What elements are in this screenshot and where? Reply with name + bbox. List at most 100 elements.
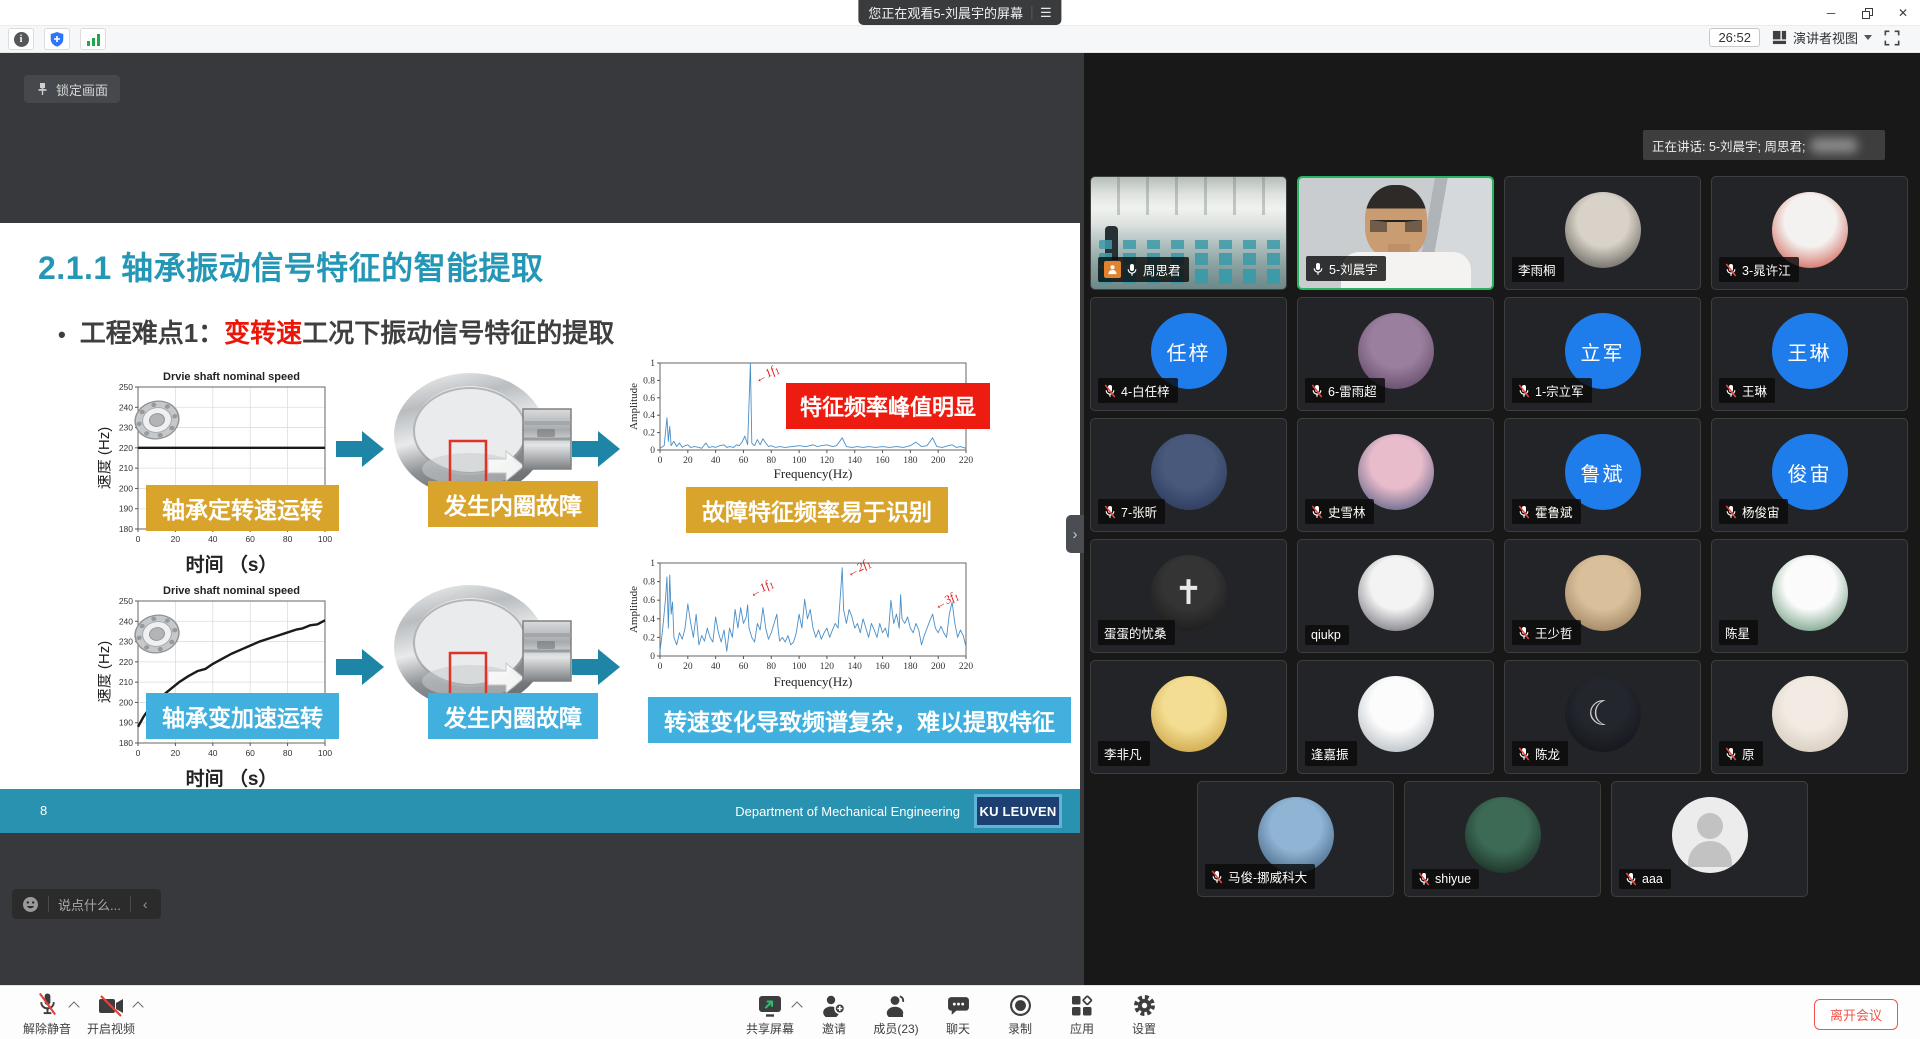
mic-muted-icon bbox=[1518, 505, 1530, 519]
view-mode-dropdown[interactable]: 演讲者视图 bbox=[1772, 28, 1872, 47]
participant-tile[interactable]: aaa bbox=[1611, 781, 1808, 897]
camera-off-icon bbox=[98, 991, 124, 1017]
mic-muted-icon bbox=[1725, 505, 1737, 519]
slide-department: Department of Mechanical Engineering bbox=[735, 804, 960, 819]
svg-text:60: 60 bbox=[245, 748, 255, 758]
avatar: 王琳 bbox=[1772, 313, 1848, 389]
participant-tile[interactable]: 李雨桐 bbox=[1504, 176, 1701, 290]
emoji-icon[interactable] bbox=[22, 896, 39, 913]
network-status-button[interactable] bbox=[80, 28, 106, 50]
chevron-down-icon bbox=[1864, 35, 1872, 40]
participant-tile[interactable]: ☾ 陈龙 bbox=[1504, 660, 1701, 774]
participant-name-tag: 王少哲 bbox=[1512, 620, 1581, 645]
svg-text:0.6: 0.6 bbox=[643, 394, 655, 404]
panel-collapse-handle[interactable]: › bbox=[1066, 515, 1084, 553]
participant-tile[interactable]: 原 bbox=[1711, 660, 1908, 774]
svg-text:0.4: 0.4 bbox=[643, 411, 655, 421]
participant-name-tag: 4-白任梓 bbox=[1098, 378, 1178, 403]
hamburger-menu-icon[interactable]: ☰ bbox=[1040, 6, 1052, 19]
participant-tile[interactable]: 7-张昕 bbox=[1090, 418, 1287, 532]
meeting-window: 您正在观看5-刘晨宇的屏幕 ☰ ─ ✕ i bbox=[0, 0, 1920, 1039]
participant-name: 7-张昕 bbox=[1121, 502, 1157, 521]
svg-text:←1f1: ←1f1 bbox=[746, 576, 776, 602]
apps-icon bbox=[1071, 991, 1093, 1017]
camera-off-button[interactable]: 开启视频 bbox=[80, 991, 142, 1037]
participant-name: 原 bbox=[1742, 744, 1755, 763]
participant-tile[interactable]: 史雪林 bbox=[1297, 418, 1494, 532]
meeting-info-button[interactable]: i bbox=[8, 28, 34, 50]
security-button[interactable] bbox=[44, 28, 70, 50]
svg-text:80: 80 bbox=[283, 534, 293, 544]
participant-tile[interactable]: 逢嘉振 bbox=[1297, 660, 1494, 774]
participant-tile[interactable]: 任梓 4-白任梓 bbox=[1090, 297, 1287, 411]
svg-text:220: 220 bbox=[959, 456, 974, 466]
participant-tile[interactable]: 李非凡 bbox=[1090, 660, 1287, 774]
record-button[interactable]: 录制 bbox=[989, 991, 1051, 1037]
svg-text:180: 180 bbox=[119, 524, 133, 534]
mic-muted-button[interactable]: 解除静音 bbox=[16, 991, 78, 1037]
participant-tile[interactable]: ✝蛋蛋的忧桑 bbox=[1090, 539, 1287, 653]
participant-tile[interactable]: 俊宙 杨俊宙 bbox=[1711, 418, 1908, 532]
slide-page-number: 8 bbox=[40, 803, 47, 818]
mic-muted-icon bbox=[1518, 747, 1530, 761]
svg-text:60: 60 bbox=[739, 662, 749, 672]
flow-arrow-icon bbox=[336, 647, 384, 687]
ball-bearing-photo bbox=[126, 609, 188, 659]
svg-text:20: 20 bbox=[171, 748, 181, 758]
svg-text:200: 200 bbox=[931, 662, 946, 672]
svg-text:Drvie shaft nominal speed: Drvie shaft nominal speed bbox=[163, 371, 300, 383]
meeting-timer: 26:52 bbox=[1709, 28, 1760, 47]
layout-icon bbox=[1772, 30, 1787, 45]
participant-tile[interactable]: 6-雷雨超 bbox=[1297, 297, 1494, 411]
avatar bbox=[1358, 555, 1434, 631]
toolbar-item-label: 开启视频 bbox=[87, 1020, 135, 1037]
participant-tile[interactable]: 3-晁许江 bbox=[1711, 176, 1908, 290]
participant-name-tag: 蛋蛋的忧桑 bbox=[1098, 620, 1175, 645]
close-button[interactable]: ✕ bbox=[1892, 3, 1914, 23]
window-titlebar: 您正在观看5-刘晨宇的屏幕 ☰ ─ ✕ bbox=[0, 0, 1920, 26]
view-controls-group: 26:52 演讲者视图 bbox=[1709, 28, 1900, 47]
participant-tile[interactable]: shiyue bbox=[1404, 781, 1601, 897]
minimize-button[interactable]: ─ bbox=[1820, 3, 1842, 23]
settings-button[interactable]: 设置 bbox=[1113, 991, 1175, 1037]
collapse-chat-button[interactable]: ‹ bbox=[140, 896, 151, 912]
participant-tile[interactable]: 王琳 王琳 bbox=[1711, 297, 1908, 411]
invite-button[interactable]: 邀请 bbox=[803, 991, 865, 1037]
svg-text:速度 (Hz): 速度 (Hz) bbox=[98, 641, 113, 704]
lock-view-button[interactable]: 锁定画面 bbox=[24, 75, 120, 103]
screen-watch-banner[interactable]: 您正在观看5-刘晨宇的屏幕 ☰ bbox=[858, 0, 1061, 25]
leave-meeting-button[interactable]: 离开会议 bbox=[1814, 999, 1898, 1030]
svg-text:100: 100 bbox=[318, 534, 332, 544]
svg-text:20: 20 bbox=[683, 662, 693, 672]
participant-name-tag: 周思君 bbox=[1098, 257, 1189, 282]
share-screen-button[interactable]: 共享屏幕 bbox=[739, 991, 801, 1037]
chat-input[interactable]: 说点什么... bbox=[58, 895, 121, 914]
pin-icon bbox=[36, 82, 49, 96]
participant-tile[interactable]: 立军 1-宗立军 bbox=[1504, 297, 1701, 411]
share-screen-icon bbox=[758, 991, 782, 1017]
participant-name: 李雨桐 bbox=[1518, 260, 1556, 279]
members-button[interactable]: 成员(23) bbox=[865, 991, 927, 1037]
apps-button[interactable]: 应用 bbox=[1051, 991, 1113, 1037]
label-complex-spectrum: 转速变化导致频谱复杂，难以提取特征 bbox=[648, 697, 1071, 743]
participant-tile[interactable]: 鲁斌 霍鲁斌 bbox=[1504, 418, 1701, 532]
participant-tile[interactable]: 王少哲 bbox=[1504, 539, 1701, 653]
toolbar-item-label: 聊天 bbox=[946, 1020, 970, 1037]
participant-tile[interactable]: qiukp bbox=[1297, 539, 1494, 653]
svg-text:60: 60 bbox=[739, 456, 749, 466]
lock-view-label: 锁定画面 bbox=[56, 80, 108, 99]
quick-chat-bar[interactable]: 说点什么... ‹ bbox=[12, 889, 161, 919]
maximize-button[interactable] bbox=[1856, 3, 1878, 23]
participant-name-tag: 霍鲁斌 bbox=[1512, 499, 1581, 524]
participant-name-tag: 7-张昕 bbox=[1098, 499, 1165, 524]
participant-tile[interactable]: 周思君 bbox=[1090, 176, 1287, 290]
svg-text:100: 100 bbox=[792, 662, 807, 672]
svg-text:100: 100 bbox=[318, 748, 332, 758]
chart-spectrum-varying: 02040608010012014016018020022000.20.40.6… bbox=[628, 555, 976, 690]
chat-button[interactable]: 聊天 bbox=[927, 991, 989, 1037]
fullscreen-button[interactable] bbox=[1884, 30, 1900, 46]
participant-tile[interactable]: 马俊-挪威科大 bbox=[1197, 781, 1394, 897]
participant-tile[interactable]: 5-刘晨宇 bbox=[1297, 176, 1494, 290]
participant-tile[interactable]: 陈星 bbox=[1711, 539, 1908, 653]
divider bbox=[130, 896, 131, 912]
